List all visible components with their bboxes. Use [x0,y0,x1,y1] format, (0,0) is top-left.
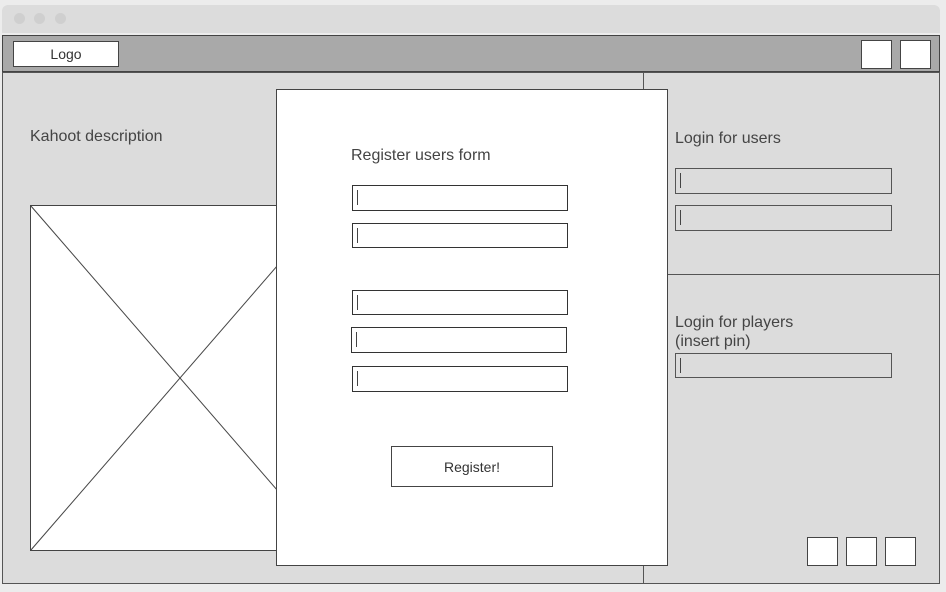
text-caret [680,358,681,373]
login-users-title: Login for users [675,130,781,147]
logo-label: Logo [50,46,82,62]
login-players-subtitle: (insert pin) [675,333,751,350]
register-form-title: Register users form [351,147,491,164]
top-navbar [2,35,940,72]
window-minimize-dot[interactable] [34,13,45,24]
text-caret [680,210,681,225]
login-users-username-field[interactable] [675,168,892,194]
register-button-label: Register! [443,458,501,475]
window-maximize-dot[interactable] [55,13,66,24]
footer-button-3[interactable] [885,537,916,566]
text-caret [357,295,358,310]
footer-button-2[interactable] [846,537,877,566]
login-players-title: Login for players [675,314,794,331]
register-field-2[interactable] [352,223,568,248]
footer-button-1[interactable] [807,537,838,566]
logo[interactable]: Logo [13,41,119,67]
register-button[interactable]: Register! [391,446,553,487]
description-title: Kahoot description [30,128,163,145]
text-caret [357,190,358,205]
register-field-1[interactable] [352,185,568,211]
window-close-dot[interactable] [14,13,25,24]
register-field-4[interactable] [351,327,567,353]
window-titlebar [2,5,940,33]
text-caret [680,173,681,188]
player-pin-field[interactable] [675,353,892,378]
register-field-5[interactable] [352,366,568,392]
nav-button-1[interactable] [861,40,892,69]
nav-button-2[interactable] [900,40,931,69]
text-caret [356,332,357,347]
text-caret [357,371,358,386]
register-field-3[interactable] [352,290,568,315]
login-users-password-field[interactable] [675,205,892,231]
text-caret [357,228,358,243]
